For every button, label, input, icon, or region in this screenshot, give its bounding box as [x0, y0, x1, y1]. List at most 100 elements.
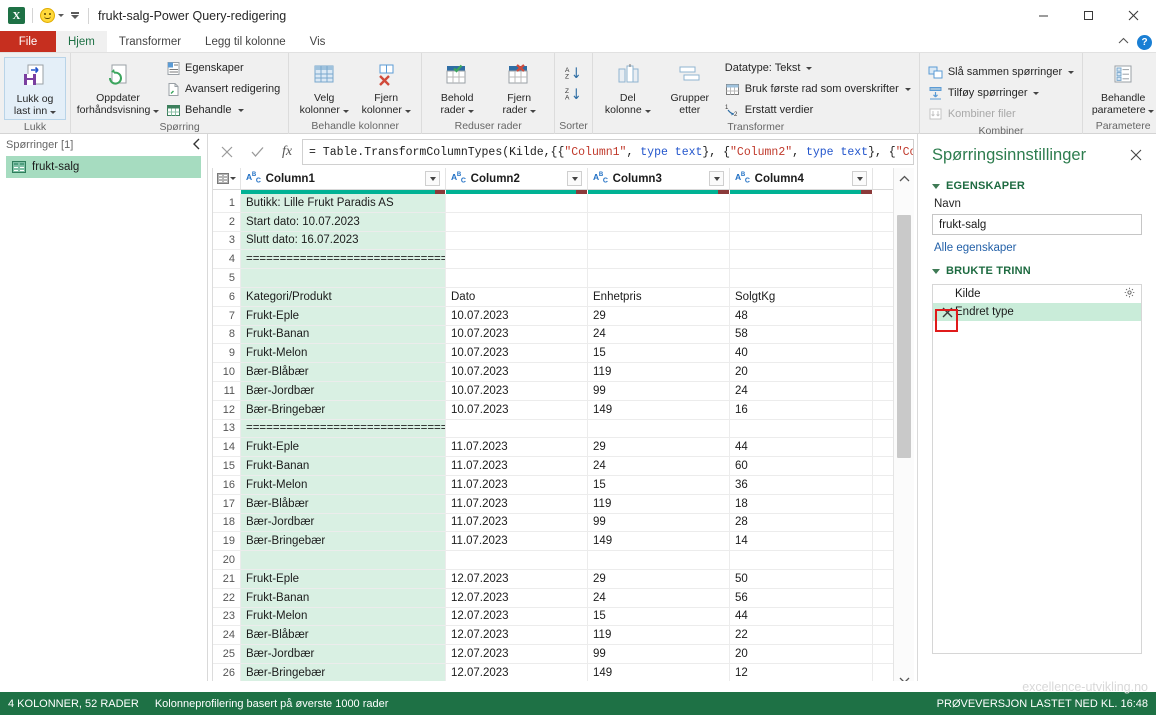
chevron-down-icon[interactable]: [237, 108, 244, 112]
table-cell[interactable]: 149: [588, 663, 730, 682]
table-cell[interactable]: 40: [730, 344, 873, 363]
table-cell[interactable]: 20: [730, 645, 873, 663]
table-row[interactable]: 17 Bær-Blåbær 11.07.2023 119 18: [213, 494, 913, 514]
smiley-face-icon[interactable]: [40, 8, 55, 23]
gear-icon[interactable]: [1124, 287, 1135, 301]
table-cell[interactable]: Bær-Bringebær: [241, 663, 446, 682]
column-filter-button[interactable]: [425, 171, 440, 186]
table-cell[interactable]: 11.07.2023: [446, 457, 588, 475]
chevron-down-icon[interactable]: [806, 66, 813, 70]
table-cell[interactable]: 10.07.2023: [446, 381, 588, 400]
table-cell[interactable]: [588, 194, 730, 212]
tab-hjem[interactable]: Hjem: [56, 31, 107, 52]
table-cell[interactable]: 22: [730, 626, 873, 645]
maximize-button[interactable]: [1066, 0, 1111, 31]
table-cell[interactable]: 119: [588, 363, 730, 381]
table-row[interactable]: 1 Butikk: Lille Frukt Paradis AS: [213, 194, 913, 213]
table-row[interactable]: 3 Slutt dato: 16.07.2023: [213, 231, 913, 251]
table-cell[interactable]: 12.07.2023: [446, 663, 588, 682]
table-row[interactable]: 24 Bær-Blåbær 12.07.2023 119 22: [213, 626, 913, 646]
all-properties-link[interactable]: Alle egenskaper: [918, 235, 1156, 256]
column-header-column1[interactable]: ABC Column1: [241, 168, 446, 189]
table-cell[interactable]: 56: [730, 588, 873, 607]
table-cell[interactable]: 29: [588, 569, 730, 588]
table-cell[interactable]: [730, 269, 873, 287]
table-cell[interactable]: Bær-Blåbær: [241, 494, 446, 513]
chevron-down-icon[interactable]: [904, 87, 911, 91]
table-cell[interactable]: 36: [730, 475, 873, 494]
table-cell[interactable]: Frukt-Banan: [241, 457, 446, 475]
data-type-button[interactable]: Datatype: Tekst: [721, 58, 915, 78]
scroll-up-icon[interactable]: [894, 168, 914, 189]
table-cell[interactable]: [446, 231, 588, 250]
applied-steps-section-header[interactable]: BRUKTE TRINN: [918, 256, 1156, 281]
table-cell[interactable]: 11.07.2023: [446, 438, 588, 457]
table-cell[interactable]: [588, 250, 730, 269]
table-row[interactable]: 21 Frukt-Eple 12.07.2023 29 50: [213, 569, 913, 589]
table-cell[interactable]: 12.07.2023: [446, 626, 588, 645]
table-cell[interactable]: Frukt-Eple: [241, 438, 446, 457]
column-filter-button[interactable]: [852, 171, 867, 186]
table-cell[interactable]: 11.07.2023: [446, 475, 588, 494]
choose-columns-button[interactable]: Velg kolonner: [293, 57, 355, 118]
table-row[interactable]: 25 Bær-Jordbær 12.07.2023 99 20: [213, 645, 913, 664]
table-cell[interactable]: 15: [588, 475, 730, 494]
column-header-column2[interactable]: ABC Column2: [446, 168, 588, 189]
table-cell[interactable]: 60: [730, 457, 873, 475]
table-cell[interactable]: 14: [730, 532, 873, 551]
table-cell[interactable]: 12.07.2023: [446, 569, 588, 588]
table-cell[interactable]: [588, 419, 730, 438]
table-cell[interactable]: [446, 551, 588, 569]
formula-input[interactable]: = Table.TransformColumnTypes(Kilde,{{"Co…: [302, 139, 914, 165]
table-cell[interactable]: [730, 212, 873, 231]
properties-section-header[interactable]: EGENSKAPER: [918, 171, 1156, 196]
table-cell[interactable]: Frukt-Melon: [241, 607, 446, 626]
help-icon[interactable]: ?: [1137, 34, 1152, 50]
sort-descending-button[interactable]: ZA: [561, 84, 585, 104]
table-cell[interactable]: 12.07.2023: [446, 588, 588, 607]
applied-step-kilde[interactable]: Kilde: [933, 285, 1141, 303]
table-cell[interactable]: Start dato: 10.07.2023: [241, 212, 446, 231]
table-cell[interactable]: 11.07.2023: [446, 532, 588, 551]
properties-button[interactable]: Egenskaper: [161, 58, 284, 78]
column-filter-button[interactable]: [567, 171, 582, 186]
table-cell[interactable]: [730, 250, 873, 269]
table-row[interactable]: 9 Frukt-Melon 10.07.2023 15 40: [213, 344, 913, 364]
table-cell[interactable]: Bær-Bringebær: [241, 400, 446, 419]
chevron-down-icon[interactable]: [1033, 91, 1040, 95]
table-cell[interactable]: [446, 250, 588, 269]
table-row[interactable]: 20: [213, 551, 913, 570]
table-cell[interactable]: [588, 231, 730, 250]
table-cell[interactable]: Dato: [446, 287, 588, 306]
tab-legg-til-kolonne[interactable]: Legg til kolonne: [193, 31, 298, 52]
group-by-button[interactable]: Grupper etter: [659, 57, 721, 118]
manage-parameters-button[interactable]: Behandle parametere: [1087, 57, 1156, 118]
table-cell[interactable]: 48: [730, 306, 873, 325]
table-row[interactable]: 19 Bær-Bringebær 11.07.2023 149 14: [213, 532, 913, 552]
column-filter-button[interactable]: [709, 171, 724, 186]
table-cell[interactable]: Frukt-Eple: [241, 569, 446, 588]
table-cell[interactable]: 16: [730, 400, 873, 419]
table-cell[interactable]: 44: [730, 438, 873, 457]
table-row[interactable]: 22 Frukt-Banan 12.07.2023 24 56: [213, 588, 913, 608]
append-queries-button[interactable]: Tilføy spørringer: [924, 83, 1078, 103]
table-cell[interactable]: Bær-Blåbær: [241, 626, 446, 645]
table-cell[interactable]: 119: [588, 494, 730, 513]
table-row[interactable]: 23 Frukt-Melon 12.07.2023 15 44: [213, 607, 913, 627]
split-column-button[interactable]: Del kolonne: [597, 57, 659, 118]
table-cell[interactable]: [446, 269, 588, 287]
smiley-dropdown-icon[interactable]: [58, 14, 64, 17]
sort-ascending-button[interactable]: AZ: [561, 63, 585, 83]
column-header-column3[interactable]: ABC Column3: [588, 168, 730, 189]
table-cell[interactable]: [446, 212, 588, 231]
close-and-load-button[interactable]: Lukk og last inn: [4, 57, 66, 120]
select-all-columns-button[interactable]: [213, 168, 241, 189]
table-cell[interactable]: Bær-Jordbær: [241, 513, 446, 532]
table-cell[interactable]: [730, 231, 873, 250]
table-cell[interactable]: Frukt-Eple: [241, 306, 446, 325]
tab-file[interactable]: File: [0, 31, 56, 52]
table-cell[interactable]: Bær-Jordbær: [241, 381, 446, 400]
table-cell[interactable]: ================================: [241, 419, 446, 438]
table-cell[interactable]: Bær-Bringebær: [241, 532, 446, 551]
minimize-button[interactable]: [1021, 0, 1066, 31]
